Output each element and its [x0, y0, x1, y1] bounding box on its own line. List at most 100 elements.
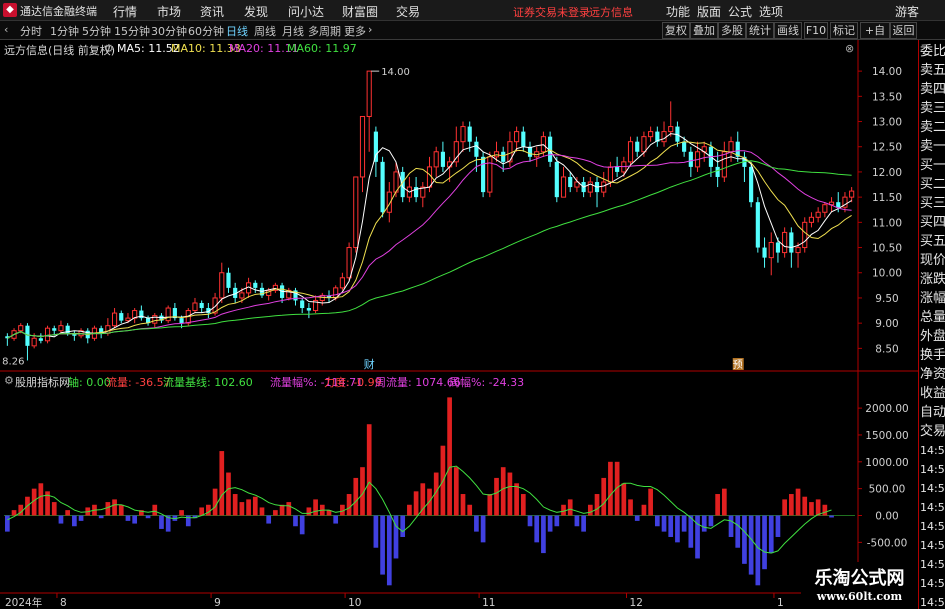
flow-bar: [541, 515, 546, 554]
candle-body: [789, 232, 794, 253]
period-more[interactable]: 更多: [344, 23, 366, 39]
candle-body: [359, 115, 366, 178]
flow-bar: [480, 515, 486, 543]
ind-y-tick-label: 0.00: [875, 511, 898, 523]
stock-tag: 远方信息: [589, 6, 633, 19]
menu-item-banmian[interactable]: 版面: [697, 3, 721, 20]
chevron-left-icon[interactable]: ‹: [4, 23, 8, 36]
menu-item-zixun[interactable]: 资讯: [200, 3, 224, 20]
period-weekly[interactable]: 周线: [254, 23, 276, 39]
flow-bar: [788, 494, 794, 516]
menu-item-jiaoyi[interactable]: 交易: [396, 3, 420, 20]
chevron-right-icon[interactable]: ›: [368, 23, 372, 36]
side-panel-item[interactable]: 交易: [920, 422, 945, 441]
menu-item-hangqing[interactable]: 行情: [113, 3, 137, 20]
candle-body: [755, 202, 760, 248]
flow-bar: [641, 504, 647, 516]
multi-stock-button[interactable]: 多股: [718, 22, 746, 39]
stock-label[interactable]: 远方信息(日线 前复权): [4, 42, 115, 58]
candle-body: [682, 141, 687, 152]
ind-item-zhou: 轴: 0.00: [68, 376, 111, 389]
period-fenshi[interactable]: 分时: [20, 23, 42, 39]
candle-body: [179, 318, 184, 324]
side-panel-item: 卖一: [920, 139, 945, 154]
menu-item-wenxiaoda[interactable]: 问小达: [288, 3, 324, 20]
menu-item-gongneng[interactable]: 功能: [666, 3, 690, 20]
chart-area[interactable]: 14.00 13.50 13.00 12.50 12.00 11.50 11.00 10.50…: [0, 40, 918, 609]
candle-body: [460, 126, 466, 143]
menu-item-shichang[interactable]: 市场: [157, 3, 181, 20]
flow-bar: [373, 515, 379, 548]
x-tick-label: 11: [482, 597, 495, 609]
indicator-name[interactable]: 股朋指标网: [15, 374, 70, 390]
f10-button[interactable]: F10: [804, 22, 828, 39]
settings-gear-icon[interactable]: ⚙: [104, 42, 114, 55]
candle-body: [300, 300, 305, 309]
back-button[interactable]: 返回: [890, 22, 917, 39]
period-monthly[interactable]: 月线: [282, 23, 304, 39]
flow-bar: [266, 515, 272, 524]
candle-body: [31, 337, 37, 347]
flow-bar: [822, 504, 828, 516]
statistics-button[interactable]: 统计: [746, 22, 774, 39]
menu-item-caifuquan[interactable]: 财富圈: [342, 3, 378, 20]
menu-item-faxian[interactable]: 发现: [244, 3, 268, 20]
add-watchlist-button[interactable]: +自选: [860, 22, 890, 52]
candle-body: [768, 242, 774, 259]
settings-gear-icon[interactable]: ⚙: [4, 374, 14, 387]
side-panel-item: 净资: [920, 367, 945, 382]
period-15min[interactable]: 15分钟: [114, 23, 150, 39]
y-tick-label: 12.00: [872, 167, 902, 179]
candle-body: [668, 126, 674, 133]
flow-bar: [748, 515, 754, 575]
user-label[interactable]: 游客: [895, 3, 919, 20]
side-panel-item: 现价: [920, 253, 945, 268]
period-daily[interactable]: 日线: [226, 23, 248, 39]
flow-bar: [179, 510, 184, 516]
side-panel-item: 卖二: [920, 120, 945, 135]
period-60min[interactable]: 60分钟: [188, 23, 224, 39]
side-panel-item: 14:56: [920, 482, 945, 495]
side-panel-item: 卖五: [920, 63, 945, 78]
flow-bar: [574, 515, 580, 527]
side-panel-item[interactable]: 自动: [920, 403, 945, 422]
flow-bar: [668, 515, 674, 537]
ind-item-zhouliuliang: 周流量: 1074.66: [375, 376, 461, 389]
flow-bar: [252, 496, 258, 516]
app-title: 通达信金融终端: [20, 5, 97, 18]
ind-y-tick-label: 1500.00: [865, 430, 908, 442]
flow-bar: [809, 502, 814, 516]
draw-line-button[interactable]: 画线: [774, 22, 802, 39]
candle-body: [119, 313, 124, 321]
flow-bar: [601, 477, 607, 516]
period-toolbar: ‹ 分时 1分钟 5分钟 15分钟 30分钟 60分钟 日线 周线 月线 多周期…: [0, 21, 945, 52]
flow-bar: [474, 515, 479, 532]
period-1min[interactable]: 1分钟: [50, 23, 79, 39]
candle-body: [749, 166, 754, 203]
ma60-label: MA60: 11.97: [287, 42, 357, 55]
flow-bar: [742, 515, 747, 564]
menu-item-xuanxiang[interactable]: 选项: [759, 3, 783, 20]
mark-button[interactable]: 标记: [830, 22, 858, 39]
flow-bar: [159, 515, 164, 529]
candle: [165, 305, 171, 324]
menu-item-gongshi[interactable]: 公式: [728, 3, 752, 20]
period-multi[interactable]: 多周期: [308, 23, 341, 39]
period-5min[interactable]: 5分钟: [82, 23, 111, 39]
flow-bar: [514, 483, 519, 516]
candle-body: [111, 312, 118, 327]
flow-bar: [72, 515, 77, 527]
candle-body: [775, 242, 781, 253]
candle-body: [226, 272, 231, 288]
y-tick-label: 13.00: [872, 117, 902, 129]
period-30min[interactable]: 30分钟: [151, 23, 187, 39]
overlay-button[interactable]: 叠加: [690, 22, 718, 39]
login-notice[interactable]: 证券交易未登录: [513, 4, 590, 20]
flow-bar: [581, 515, 586, 532]
restore-rights-button[interactable]: 复权: [662, 22, 690, 39]
flow-bar: [306, 507, 312, 516]
side-panel-item: 买五: [920, 234, 945, 249]
candle-body: [481, 156, 486, 193]
candle-body: [165, 307, 171, 322]
close-icon[interactable]: ⊗: [845, 42, 854, 55]
